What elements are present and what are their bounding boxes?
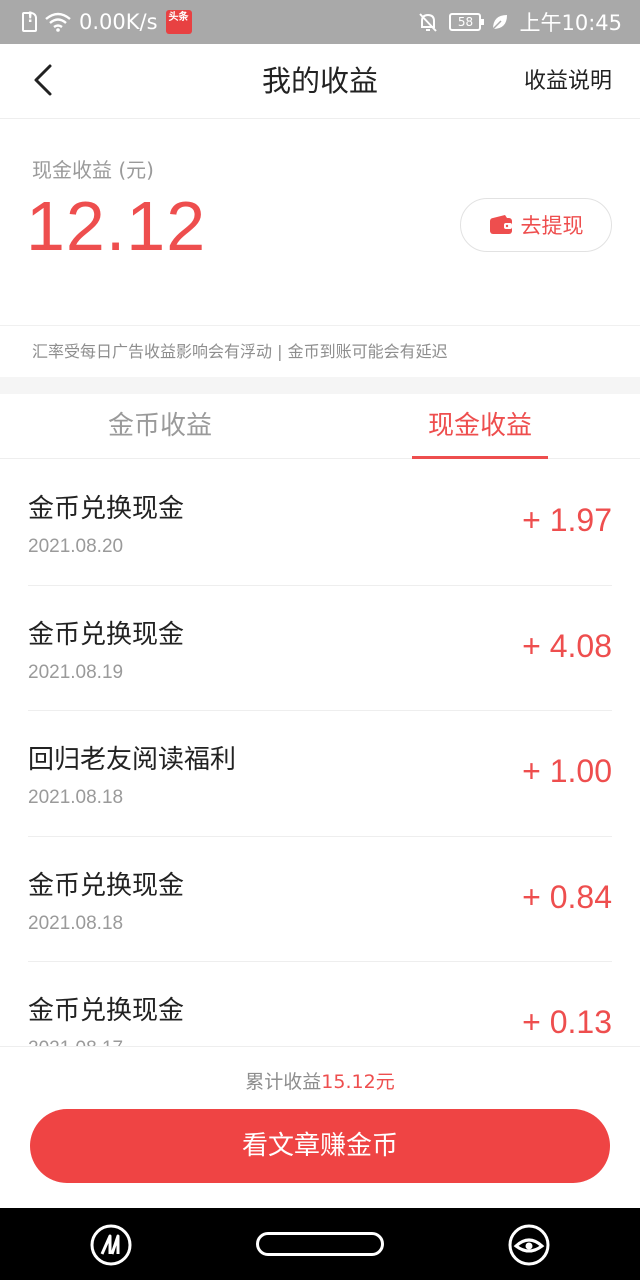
bell-muted-icon: [419, 13, 438, 32]
list-item: 金币兑换现金 2021.08.20 + 1.97: [28, 460, 612, 586]
earnings-explanation-link[interactable]: 收益说明: [524, 44, 612, 119]
toutiao-app-icon: 头条: [165, 10, 192, 34]
record-date: 2021.08.18: [28, 787, 124, 808]
eye-assist-icon[interactable]: [508, 1224, 550, 1266]
record-date: 2021.08.18: [28, 912, 124, 934]
section-divider: [0, 377, 640, 394]
app-logo-nav-icon[interactable]: [90, 1224, 132, 1266]
total-label: 累计收益: [245, 1071, 322, 1093]
list-item: 金币兑换现金 2021.08.18 + 0.84: [28, 837, 612, 962]
record-amount: + 1.97: [522, 502, 612, 538]
balance-label: 现金收益 (元): [32, 158, 154, 182]
list-item: 回归老友阅读福利 2021.08.18 + 1.00: [28, 711, 612, 837]
tab-cash-earnings[interactable]: 现金收益: [412, 394, 548, 459]
record-title: 金币兑换现金: [28, 494, 185, 524]
record-title: 回归老友阅读福利: [28, 745, 237, 775]
earnings-tabs: 金币收益 现金收益: [0, 394, 640, 459]
footer: 累计收益15.12元 看文章赚金币: [0, 1046, 640, 1208]
withdraw-button[interactable]: 去提现: [460, 198, 612, 252]
chevron-left-icon: [34, 64, 52, 96]
cash-balance-panel: 现金收益 (元) 12.12 去提现: [0, 120, 640, 325]
withdraw-label: 去提现: [520, 214, 584, 238]
record-amount: + 0.13: [522, 1004, 612, 1040]
home-pill-button[interactable]: [256, 1232, 384, 1256]
record-title: 金币兑换现金: [28, 996, 185, 1026]
battery-icon: 58: [449, 13, 485, 31]
record-title: 金币兑换现金: [28, 870, 185, 901]
record-date: 2021.08.17: [28, 1038, 123, 1046]
sim-alert-icon: [22, 10, 37, 32]
header: 我的收益 收益说明: [0, 44, 640, 119]
earnings-list[interactable]: 金币兑换现金 2021.08.20 + 1.97 金币兑换现金 2021.08.…: [0, 460, 640, 1046]
read-articles-earn-coins-button[interactable]: 看文章赚金币: [30, 1109, 610, 1183]
rate-notice: 汇率受每日广告收益影响会有浮动 | 金币到账可能会有延迟: [0, 325, 640, 377]
status-bar: 0.00K/s 头条 58 上午10:45: [0, 0, 640, 44]
wifi-icon: [45, 12, 71, 32]
network-speed: 0.00K/s: [79, 10, 158, 34]
active-tab-indicator: [412, 456, 548, 459]
record-date: 2021.08.19: [28, 661, 124, 683]
list-item: 金币兑换现金 2021.08.19 + 4.08: [28, 586, 612, 711]
clock: 上午10:45: [519, 11, 622, 35]
tab-coin-earnings[interactable]: 金币收益: [40, 394, 280, 459]
balance-value: 12.12: [26, 187, 207, 265]
record-date: 2021.08.20: [28, 536, 124, 557]
record-amount: + 1.00: [522, 753, 612, 789]
record-title: 金币兑换现金: [28, 619, 185, 650]
back-button[interactable]: [24, 58, 68, 102]
list-item: 金币兑换现金 2021.08.17 + 0.13: [28, 962, 612, 1046]
record-amount: + 4.08: [522, 627, 612, 664]
total-value: 15.12元: [321, 1071, 395, 1093]
record-amount: + 0.84: [522, 878, 612, 915]
system-nav-bar: [0, 1208, 640, 1280]
total-earnings: 累计收益15.12元: [0, 1067, 640, 1094]
leaf-icon: [492, 15, 508, 30]
wallet-icon: [489, 215, 512, 234]
